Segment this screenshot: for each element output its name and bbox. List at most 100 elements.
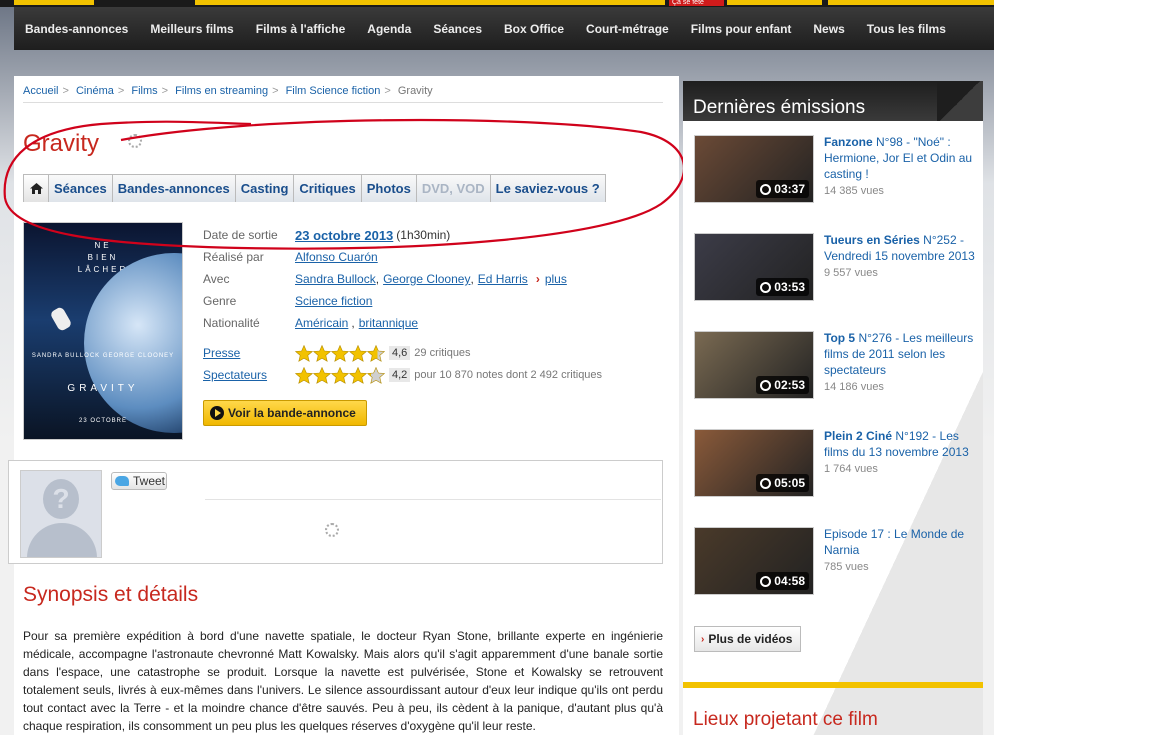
press-link[interactable]: Presse [203,346,240,360]
chevron-right-icon: › [701,633,705,645]
breadcrumb-link[interactable]: Film Science fiction [286,85,381,97]
main-nav: Bandes-annonces Meilleurs films Films à … [14,7,994,50]
cast-link[interactable]: George Clooney [383,272,470,286]
tab-seances[interactable]: Séances [48,174,113,202]
video-duration: 03:37 [774,182,805,196]
nav-item[interactable]: Agenda [356,22,422,36]
video-show-name[interactable]: Tueurs en Séries [824,233,920,247]
top-banner-label[interactable]: Ça se fête [669,0,724,6]
top-banner-strip: Ça se fête [0,0,994,7]
tweet-button[interactable]: Tweet [111,472,167,490]
poster-astronaut [49,305,73,333]
nav-item[interactable]: Box Office [493,22,575,36]
nav-item[interactable]: News [802,22,855,36]
clock-icon [760,379,772,391]
release-label: Date de sortie [203,228,278,242]
nav-item[interactable]: Séances [422,22,493,36]
video-item[interactable]: 05:05 Plein 2 Ciné N°192 - Les films du … [694,429,979,501]
star-icon [331,344,349,362]
clock-icon [760,575,772,587]
cast-link[interactable]: Ed Harris [478,272,528,286]
sidebar-header: Dernières émissions [683,81,983,121]
breadcrumb-link[interactable]: Cinéma [76,85,114,97]
video-item[interactable]: 03:53 Tueurs en Séries N°252 - Vendredi … [694,233,979,305]
video-item[interactable]: 04:58 Episode 17 : Le Monde de Narnia 785… [694,527,979,599]
poster-title: GRAVITY [67,383,139,394]
video-views: 9 557 vues [824,267,878,279]
star-icon [349,366,367,384]
breadcrumb-link[interactable]: Films [131,85,157,97]
section-divider [683,682,983,688]
home-icon [30,183,43,194]
genre-label: Genre [203,294,237,308]
video-thumbnail[interactable]: 05:05 [694,429,814,497]
viewers-rating: Spectateurs 4,2 pour 10 870 notes dont 2… [203,364,663,386]
nav-item[interactable]: Films pour enfant [680,22,803,36]
video-title[interactable]: Episode 17 : Le Monde de Narnia [824,527,964,557]
breadcrumb-separator: > [384,85,391,97]
tab-home[interactable] [23,174,49,202]
main-content: Accueil > Cinéma > Films > Films en streami… [8,76,679,735]
video-thumbnail[interactable]: 04:58 [694,527,814,595]
video-views: 14 385 vues [824,185,884,197]
tab-critiques[interactable]: Critiques [293,174,362,202]
viewers-score: 4,2 [389,368,411,382]
video-views: 14 186 vues [824,381,884,393]
poster-tagline: NE [94,241,112,250]
page-title: Gravity [23,130,100,157]
star-icon [313,344,331,362]
video-views: 1 764 vues [824,463,878,475]
nav-item[interactable]: Tous les films [856,22,957,36]
press-rating: Presse 4,6 29 critiques [203,342,663,364]
video-thumbnail[interactable]: 03:37 [694,135,814,203]
director-link[interactable]: Alfonso Cuarón [295,250,378,264]
release-date-link[interactable]: 23 octobre 2013 [295,228,393,243]
video-show-name[interactable]: Fanzone [824,135,873,149]
clock-icon [760,477,772,489]
star-icon [349,344,367,362]
star-icon [295,344,313,362]
tab-photos[interactable]: Photos [360,174,417,202]
video-show-name[interactable]: Top 5 [824,331,855,345]
watch-trailer-label: Voir la bande-annonce [228,406,356,420]
video-thumbnail[interactable]: 03:53 [694,233,814,301]
nav-item[interactable]: Bandes-annonces [14,22,139,36]
viewers-link[interactable]: Spectateurs [203,368,267,382]
nationality-link[interactable]: Américain [295,316,348,330]
synopsis-text: Pour sa première expédition à bord d'une… [23,629,663,733]
nationality-link[interactable]: britannique [359,316,418,330]
star-icon [313,366,331,384]
poster-actors: SANDRA BULLOCK GEORGE CLOONEY [31,353,175,359]
nav-item[interactable]: Meilleurs films [139,22,244,36]
tweet-label: Tweet [133,474,166,488]
more-videos-button[interactable]: › Plus de vidéos [694,626,801,652]
watch-trailer-button[interactable]: Voir la bande-annonce [203,400,367,426]
breadcrumb-separator: > [161,85,169,97]
breadcrumb-link[interactable]: Films en streaming [175,85,268,97]
synopsis-title: Synopsis et détails [23,583,199,606]
cast-link[interactable]: Sandra Bullock [295,272,376,286]
cast-more-link[interactable]: plus [545,272,567,286]
cinemas-title: Lieux projetant ce film [693,709,878,730]
nav-item[interactable]: Films à l'affiche [245,22,357,36]
poster-date: 23 OCTOBRE [79,418,127,424]
breadcrumb-separator: > [117,85,125,97]
video-views: 785 vues [824,561,869,573]
tab-casting[interactable]: Casting [234,174,295,202]
movie-poster[interactable]: NE BIEN LÂCHER SANDRA BULLOCK GEORGE CLO… [23,222,183,440]
tab-bandes-annonces[interactable]: Bandes-annonces [111,174,236,202]
press-count: 29 critiques [414,347,471,359]
press-stars [295,344,385,362]
tab-le-saviez-vous[interactable]: Le saviez-vous ? [489,174,606,202]
play-icon [210,406,224,420]
chevron-right-icon: › [535,272,540,286]
breadcrumb-link[interactable]: Accueil [23,85,58,97]
video-item[interactable]: 02:53 Top 5 N°276 - Les meilleurs films … [694,331,979,403]
press-score: 4,6 [389,346,411,360]
social-box: ? Tweet [8,460,663,564]
video-thumbnail[interactable]: 02:53 [694,331,814,399]
video-show-name[interactable]: Plein 2 Ciné [824,429,892,443]
genre-link[interactable]: Science fiction [295,294,372,308]
nav-item[interactable]: Court-métrage [575,22,680,36]
video-item[interactable]: 03:37 Fanzone N°98 - "Noé" : Hermione, J… [694,135,979,207]
